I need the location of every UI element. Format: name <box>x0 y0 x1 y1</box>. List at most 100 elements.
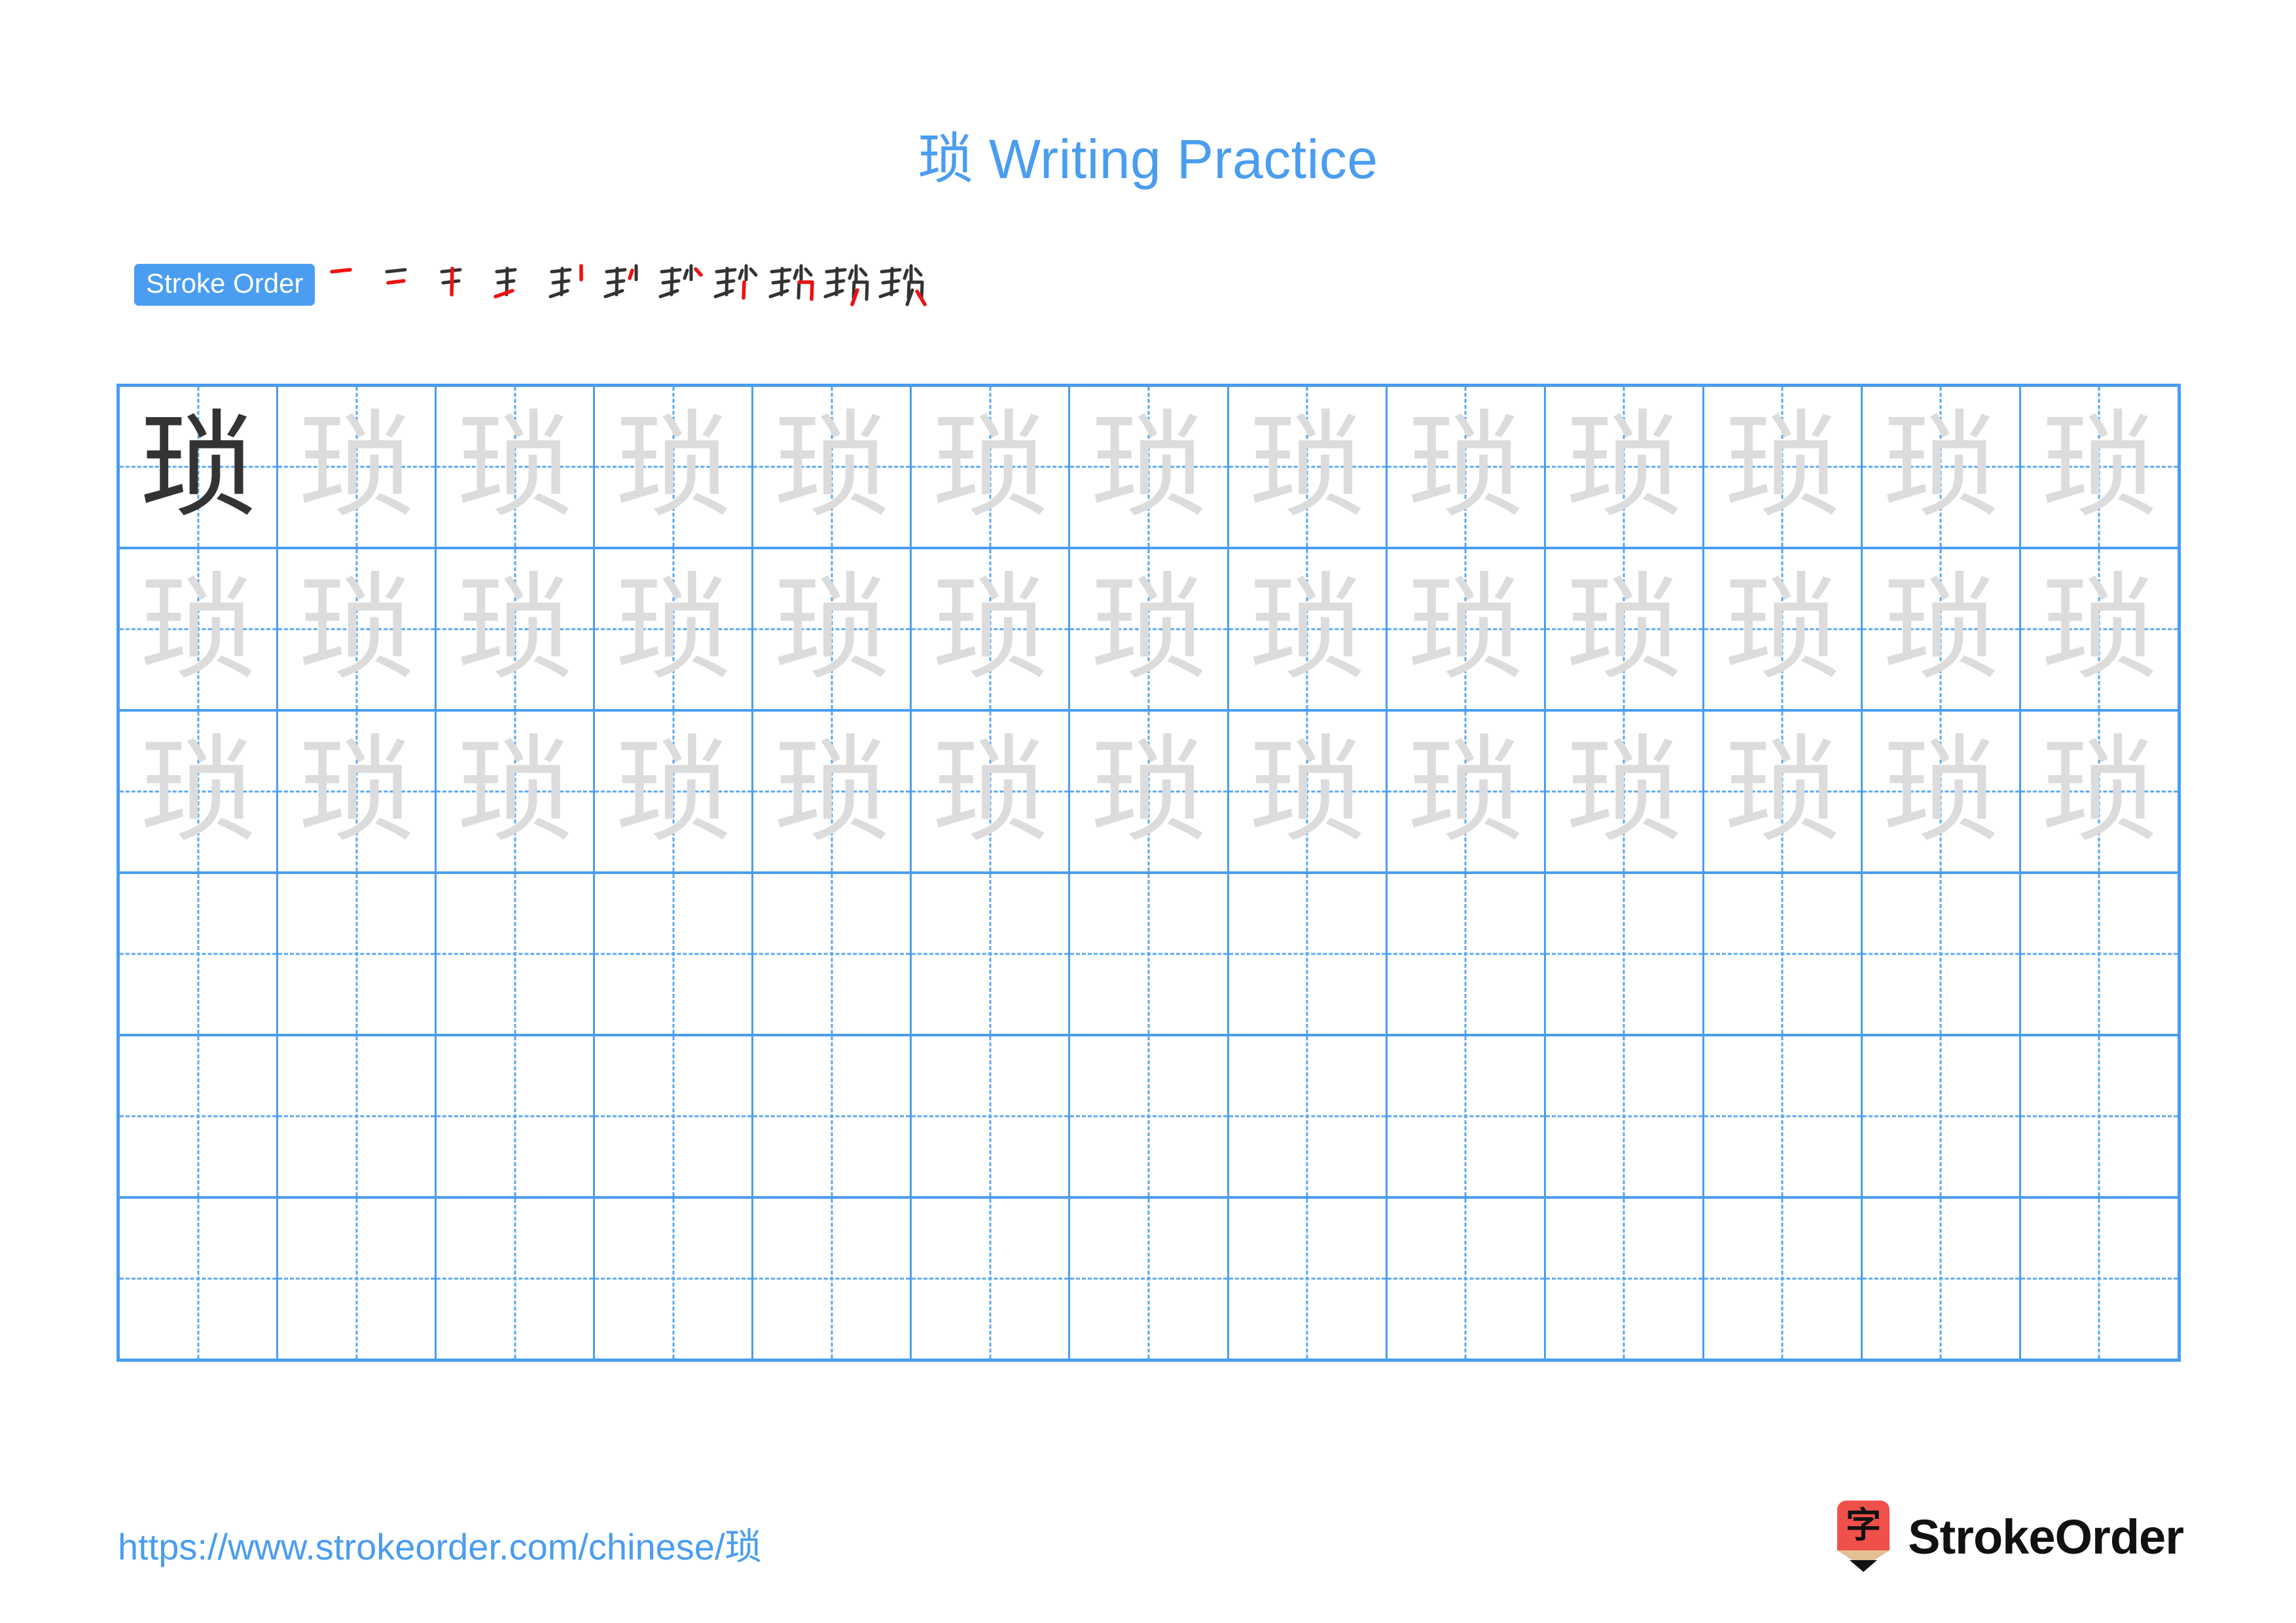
grid-cell-r4-c5[interactable] <box>753 874 912 1034</box>
grid-cell-r3-c9[interactable]: 琐 <box>1388 712 1546 871</box>
trace-character: 琐 <box>932 399 1048 534</box>
grid-cell-r1-c9[interactable]: 琐 <box>1388 387 1546 547</box>
grid-cell-r6-c9[interactable] <box>1388 1199 1546 1359</box>
grid-cell-r1-c1[interactable]: 琐 <box>120 387 279 547</box>
grid-cell-r1-c6[interactable]: 琐 <box>912 387 1071 547</box>
grid-cell-r1-c2[interactable]: 琐 <box>278 387 437 547</box>
grid-cell-r6-c5[interactable] <box>753 1199 912 1359</box>
grid-cell-r2-c10[interactable]: 琐 <box>1546 549 1704 709</box>
empty-cell <box>1070 874 1227 1034</box>
grid-cell-r2-c7[interactable]: 琐 <box>1070 549 1229 709</box>
grid-cell-r4-c9[interactable] <box>1388 874 1546 1034</box>
grid-cell-r3-c11[interactable]: 琐 <box>1704 712 1863 871</box>
grid-cell-r5-c6[interactable] <box>912 1036 1071 1196</box>
grid-cell-r4-c12[interactable] <box>1863 874 2021 1034</box>
grid-cell-r1-c4[interactable]: 琐 <box>595 387 754 547</box>
grid-cell-r5-c5[interactable] <box>753 1036 912 1196</box>
grid-cell-r4-c3[interactable] <box>437 874 596 1034</box>
grid-cell-r1-c11[interactable]: 琐 <box>1704 387 1863 547</box>
grid-cell-r4-c6[interactable] <box>912 874 1071 1034</box>
grid-cell-r5-c3[interactable] <box>437 1036 596 1196</box>
grid-cell-r4-c10[interactable] <box>1546 874 1704 1034</box>
grid-row <box>120 1036 2178 1199</box>
grid-cell-r2-c2[interactable]: 琐 <box>278 549 437 709</box>
footer-url[interactable]: https://www.strokeorder.com/chinese/琐 <box>118 1518 762 1571</box>
grid-cell-r6-c13[interactable] <box>2021 1199 2178 1359</box>
grid-cell-r3-c3[interactable]: 琐 <box>437 712 596 871</box>
grid-cell-r1-c7[interactable]: 琐 <box>1070 387 1229 547</box>
grid-row <box>120 874 2178 1036</box>
grid-cell-r3-c8[interactable]: 琐 <box>1229 712 1388 871</box>
trace-character: 琐 <box>457 399 573 534</box>
grid-cell-r5-c2[interactable] <box>278 1036 437 1196</box>
empty-cell <box>120 1036 276 1196</box>
stroke-step-glyph <box>658 264 704 299</box>
stroke-step-glyph <box>493 266 517 299</box>
grid-cell-r3-c2[interactable]: 琐 <box>278 712 437 871</box>
grid-cell-r4-c13[interactable] <box>2021 874 2178 1034</box>
grid-cell-r2-c9[interactable]: 琐 <box>1388 549 1546 709</box>
grid-cell-r5-c11[interactable] <box>1704 1036 1863 1196</box>
grid-cell-r6-c10[interactable] <box>1546 1199 1704 1359</box>
grid-cell-r3-c13[interactable]: 琐 <box>2021 712 2178 871</box>
grid-cell-r4-c1[interactable] <box>120 874 279 1034</box>
pencil-logo-icon: 字 <box>1833 1498 1893 1575</box>
grid-cell-r4-c7[interactable] <box>1070 874 1229 1034</box>
grid-cell-r5-c13[interactable] <box>2021 1036 2178 1196</box>
grid-cell-r3-c5[interactable]: 琐 <box>753 712 912 871</box>
grid-cell-r4-c2[interactable] <box>278 874 437 1034</box>
grid-cell-r1-c8[interactable]: 琐 <box>1229 387 1388 547</box>
grid-cell-r4-c4[interactable] <box>595 874 754 1034</box>
grid-cell-r5-c8[interactable] <box>1229 1036 1388 1196</box>
grid-cell-r2-c13[interactable]: 琐 <box>2021 549 2178 709</box>
grid-cell-r3-c4[interactable]: 琐 <box>595 712 754 871</box>
stroke-step-11 <box>876 257 931 312</box>
trace-character: 琐 <box>457 724 573 858</box>
grid-cell-r2-c8[interactable]: 琐 <box>1229 549 1388 709</box>
grid-cell-r1-c5[interactable]: 琐 <box>753 387 912 547</box>
grid-cell-r6-c6[interactable] <box>912 1199 1071 1359</box>
grid-cell-r6-c8[interactable] <box>1229 1199 1388 1359</box>
grid-cell-r3-c10[interactable]: 琐 <box>1546 712 1704 871</box>
grid-cell-r2-c11[interactable]: 琐 <box>1704 549 1863 709</box>
grid-cell-r5-c9[interactable] <box>1388 1036 1546 1196</box>
empty-cell <box>1863 1199 2019 1359</box>
grid-cell-r4-c11[interactable] <box>1704 874 1863 1034</box>
grid-cell-r2-c6[interactable]: 琐 <box>912 549 1071 709</box>
grid-cell-r5-c12[interactable] <box>1863 1036 2021 1196</box>
grid-cell-r3-c7[interactable]: 琐 <box>1070 712 1229 871</box>
empty-cell <box>1388 1036 1544 1196</box>
grid-cell-r6-c7[interactable] <box>1070 1199 1229 1359</box>
stroke-step-glyph <box>385 268 407 285</box>
grid-cell-r2-c12[interactable]: 琐 <box>1863 549 2021 709</box>
grid-cell-r5-c1[interactable] <box>120 1036 279 1196</box>
grid-cell-r5-c7[interactable] <box>1070 1036 1229 1196</box>
grid-cell-r6-c2[interactable] <box>278 1199 437 1359</box>
stroke-step-7 <box>656 257 711 312</box>
grid-cell-r2-c3[interactable]: 琐 <box>437 549 596 709</box>
trace-character: 琐 <box>140 724 256 858</box>
empty-cell <box>1229 1199 1386 1359</box>
grid-cell-r3-c12[interactable]: 琐 <box>1863 712 2021 871</box>
grid-cell-r4-c8[interactable] <box>1229 874 1388 1034</box>
trace-character: 琐 <box>298 724 414 858</box>
grid-cell-r1-c10[interactable]: 琐 <box>1546 387 1704 547</box>
empty-cell <box>278 1036 435 1196</box>
grid-cell-r6-c4[interactable] <box>595 1199 754 1359</box>
grid-cell-r2-c1[interactable]: 琐 <box>120 549 279 709</box>
grid-cell-r3-c6[interactable]: 琐 <box>912 712 1071 871</box>
grid-cell-r6-c1[interactable] <box>120 1199 279 1359</box>
empty-cell <box>912 1036 1068 1196</box>
grid-cell-r2-c4[interactable]: 琐 <box>595 549 754 709</box>
grid-cell-r6-c3[interactable] <box>437 1199 596 1359</box>
grid-cell-r1-c3[interactable]: 琐 <box>437 387 596 547</box>
grid-cell-r1-c12[interactable]: 琐 <box>1863 387 2021 547</box>
empty-cell <box>437 1199 593 1359</box>
grid-cell-r3-c1[interactable]: 琐 <box>120 712 279 871</box>
grid-cell-r6-c12[interactable] <box>1863 1199 2021 1359</box>
grid-cell-r6-c11[interactable] <box>1704 1199 1863 1359</box>
grid-cell-r1-c13[interactable]: 琐 <box>2021 387 2178 547</box>
grid-cell-r5-c10[interactable] <box>1546 1036 1704 1196</box>
grid-cell-r2-c5[interactable]: 琐 <box>753 549 912 709</box>
grid-cell-r5-c4[interactable] <box>595 1036 754 1196</box>
